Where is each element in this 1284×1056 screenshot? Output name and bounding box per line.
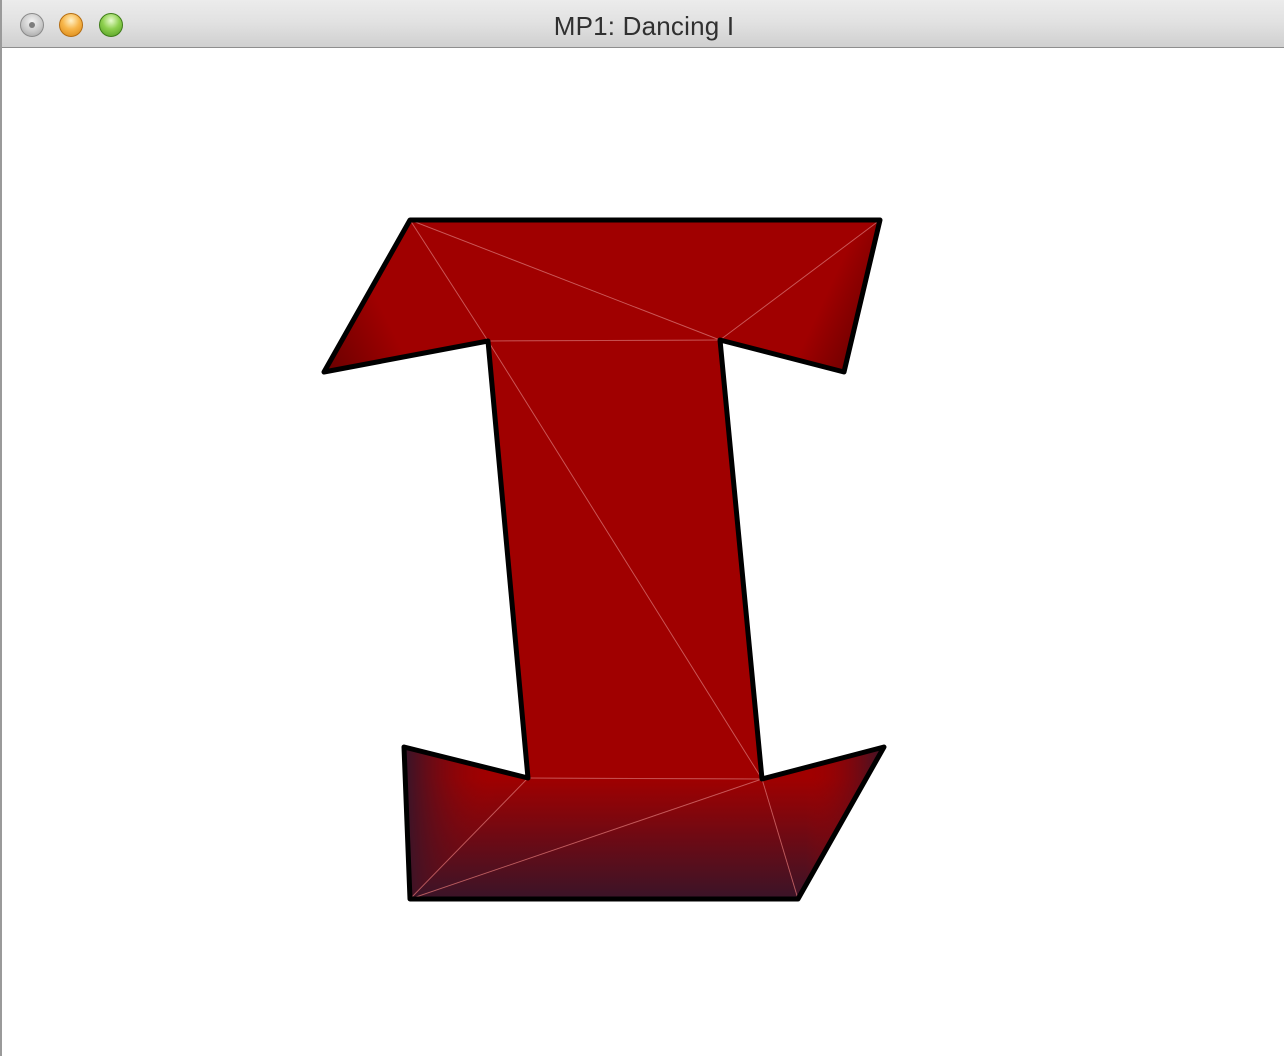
title-bar[interactable]: MP1: Dancing I bbox=[2, 0, 1284, 48]
app-window: MP1: Dancing I bbox=[0, 0, 1284, 1056]
dancing-i-drawing bbox=[321, 217, 887, 902]
window-title: MP1: Dancing I bbox=[553, 11, 735, 41]
gl-canvas[interactable] bbox=[4, 48, 1284, 1056]
